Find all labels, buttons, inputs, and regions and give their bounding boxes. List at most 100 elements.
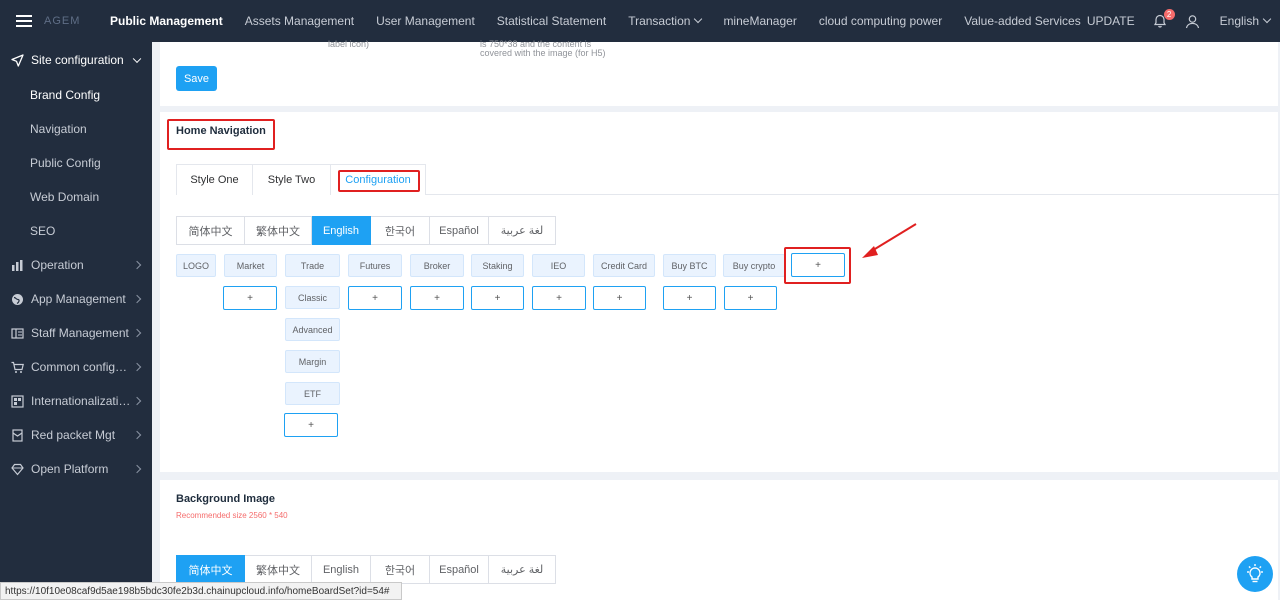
nav-public-management[interactable]: Public Management	[99, 0, 234, 42]
nav-user-management[interactable]: User Management	[365, 0, 486, 42]
recommended-size-hint: Recommended size 2560 * 540	[176, 511, 288, 520]
section-title-background-image: Background Image	[176, 493, 276, 505]
sidebar-item-web-domain[interactable]: Web Domain	[0, 180, 152, 214]
nav-chip-credit-card[interactable]: Credit Card	[593, 254, 655, 277]
lang-tab-traditional-chinese[interactable]: 繁体中文	[245, 216, 312, 245]
home-navigation-panel: Home Navigation Style One Style Two Conf…	[160, 112, 1279, 472]
save-button[interactable]: Save	[176, 66, 217, 91]
nav-chip-buy-crypto[interactable]: Buy crypto	[723, 254, 785, 277]
sidebar-group-red-packet-mgt[interactable]: Red packet Mgt	[0, 418, 152, 452]
send-icon	[10, 53, 24, 67]
sidebar-item-seo[interactable]: SEO	[0, 214, 152, 248]
sidebar-group-common-configuration[interactable]: Common configura...	[0, 350, 152, 384]
chevron-right-icon	[132, 362, 142, 372]
tab-style-two[interactable]: Style Two	[253, 164, 331, 195]
sidebar-item-navigation[interactable]: Navigation	[0, 112, 152, 146]
trade-sub-chip-margin[interactable]: Margin	[285, 350, 340, 373]
highlight-box	[338, 170, 420, 192]
red-packet-icon	[10, 428, 24, 442]
sidebar-group-label: App Management	[31, 292, 126, 306]
nav-transaction[interactable]: Transaction	[617, 0, 712, 42]
sidebar-group-app-management[interactable]: App Management	[0, 282, 152, 316]
top-navbar: AGEM Public Management Assets Management…	[0, 0, 1280, 42]
nav-value-added-services[interactable]: Value-added Services	[953, 0, 1092, 42]
notification-bell-icon[interactable]: 2	[1153, 9, 1175, 28]
nav-mine-manager[interactable]: mineManager	[712, 0, 807, 42]
trade-sub-chip-classic[interactable]: Classic	[285, 286, 340, 309]
user-avatar-icon[interactable]	[1185, 14, 1200, 29]
sidebar-group-label: Staff Management	[31, 326, 129, 340]
sidebar-group-staff-management[interactable]: Staff Management	[0, 316, 152, 350]
sidebar-group-label: Common configura...	[31, 360, 131, 374]
language-label: English	[1219, 14, 1259, 28]
trade-sub-chip-etf[interactable]: ETF	[285, 382, 340, 405]
nav-chip-ieo[interactable]: IEO	[532, 254, 585, 277]
update-button[interactable]: UPDATE	[1087, 14, 1135, 28]
language-tabs: 简体中文 繁体中文 English 한국어 Español لغة عربية	[176, 216, 556, 245]
chevron-right-icon	[132, 396, 142, 406]
sidebar: Site configuration Brand Config Navigati…	[0, 42, 152, 600]
nav-chip-market[interactable]: Market	[224, 254, 277, 277]
sidebar-group-label: Operation	[31, 258, 84, 272]
nav-chip-futures[interactable]: Futures	[348, 254, 402, 277]
add-subitem-button-buy-btc[interactable]: +	[663, 286, 716, 310]
language-selector[interactable]: English	[1219, 14, 1272, 28]
add-subitem-button-futures[interactable]: +	[348, 286, 402, 310]
add-subitem-button-trade[interactable]: +	[284, 413, 338, 437]
globe-icon	[10, 292, 24, 306]
top-right-tools: UPDATE 2 English	[1087, 0, 1272, 42]
chevron-right-icon	[132, 260, 142, 270]
brand-logo: AGEM	[44, 15, 81, 27]
chevron-right-icon	[132, 464, 142, 474]
nav-statistical-statement[interactable]: Statistical Statement	[486, 0, 617, 42]
lang-tab-spanish[interactable]: Español	[430, 216, 489, 245]
sidebar-group-label: Site configuration	[31, 53, 124, 67]
sidebar-group-label: Internationalization...	[31, 394, 131, 408]
nav-chip-logo[interactable]: LOGO	[176, 254, 216, 277]
trade-sub-chip-advanced[interactable]: Advanced	[285, 318, 340, 341]
help-lightbulb-button[interactable]	[1237, 556, 1273, 592]
sidebar-item-brand-config[interactable]: Brand Config	[0, 78, 152, 112]
lang-tab-simplified-chinese[interactable]: 简体中文	[176, 216, 245, 245]
lightbulb-icon	[1247, 564, 1263, 583]
add-subitem-button-buy-crypto[interactable]: +	[724, 286, 777, 310]
cut-helper-text: covered with the image (for H5)	[480, 48, 606, 58]
nav-chip-buy-btc[interactable]: Buy BTC	[663, 254, 716, 277]
menu-toggle-icon[interactable]	[16, 15, 32, 27]
sidebar-group-operation[interactable]: Operation	[0, 248, 152, 282]
chevron-right-icon	[132, 328, 142, 338]
lang-tab-english[interactable]: English	[312, 555, 371, 584]
chevron-right-icon	[132, 294, 142, 304]
lang-tab-traditional-chinese[interactable]: 繁体中文	[245, 555, 312, 584]
lang-tab-english[interactable]: English	[312, 216, 371, 245]
notification-badge: 2	[1163, 9, 1175, 20]
lang-tab-arabic[interactable]: لغة عربية	[489, 555, 556, 584]
nav-chip-staking[interactable]: Staking	[471, 254, 524, 277]
lang-tab-spanish[interactable]: Español	[430, 555, 489, 584]
add-subitem-button-staking[interactable]: +	[471, 286, 524, 310]
sidebar-group-label: Open Platform	[31, 462, 109, 476]
sidebar-item-public-config[interactable]: Public Config	[0, 146, 152, 180]
sidebar-group-open-platform[interactable]: Open Platform	[0, 452, 152, 486]
add-subitem-button-broker[interactable]: +	[410, 286, 464, 310]
nav-cloud-computing-power[interactable]: cloud computing power	[808, 0, 953, 42]
add-subitem-button-ieo[interactable]: +	[532, 286, 586, 310]
lang-tab-simplified-chinese[interactable]: 简体中文	[176, 555, 245, 584]
bar-chart-icon	[10, 258, 24, 272]
chevron-down-icon	[694, 14, 703, 24]
background-language-tabs: 简体中文 繁体中文 English 한국어 Español لغة عربية	[176, 555, 556, 584]
sidebar-group-site-configuration[interactable]: Site configuration	[0, 42, 152, 78]
highlight-box	[167, 119, 275, 150]
add-subitem-button-credit-card[interactable]: +	[593, 286, 646, 310]
nav-chip-broker[interactable]: Broker	[410, 254, 464, 277]
nav-assets-management[interactable]: Assets Management	[234, 0, 365, 42]
brand-config-panel: label icon) is 750*38 and the content is…	[160, 39, 1278, 106]
lang-tab-arabic[interactable]: لغة عربية	[489, 216, 556, 245]
tab-style-one[interactable]: Style One	[176, 164, 253, 195]
lang-tab-korean[interactable]: 한국어	[371, 555, 430, 584]
lang-tab-korean[interactable]: 한국어	[371, 216, 430, 245]
add-subitem-button-market[interactable]: +	[223, 286, 277, 310]
grid-icon	[10, 394, 24, 408]
sidebar-group-internationalization[interactable]: Internationalization...	[0, 384, 152, 418]
nav-chip-trade[interactable]: Trade	[285, 254, 340, 277]
